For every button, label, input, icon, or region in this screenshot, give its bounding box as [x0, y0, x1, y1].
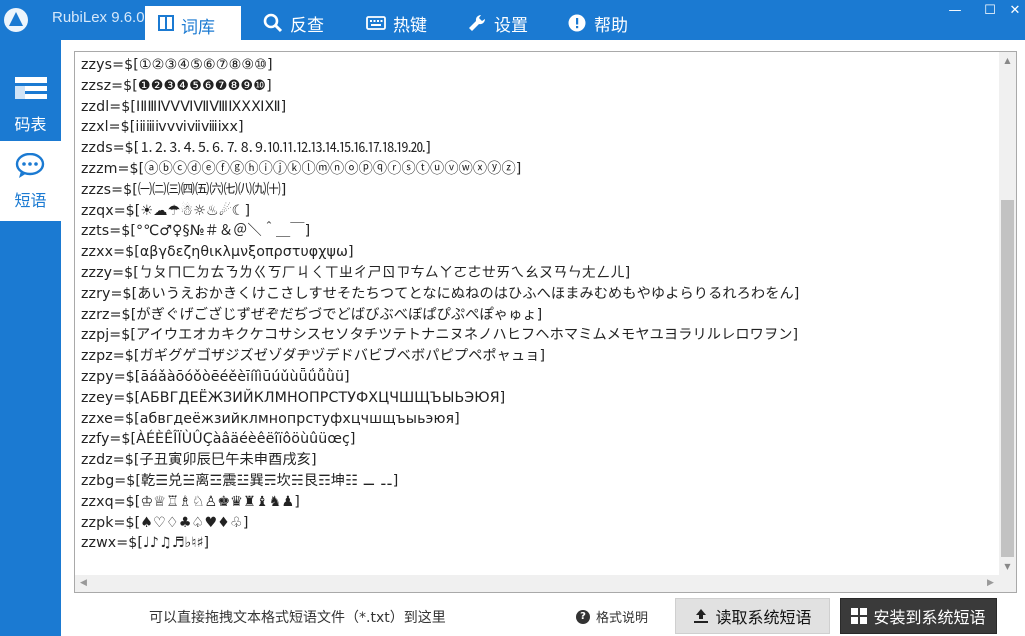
tab-reverse-lookup[interactable]: 反查: [263, 6, 324, 40]
phrase-line: zzxl=$[ⅰⅱⅲⅳⅴⅵⅶⅷⅸⅹ]: [81, 119, 244, 136]
vertical-scrollbar[interactable]: ▲ ▼: [999, 52, 1016, 575]
sidebar-item-phrases[interactable]: 短语: [0, 141, 61, 221]
scrollbar-corner: [999, 575, 1016, 592]
drop-hint-text: 可以直接拖拽文本格式短语文件（*.txt）到这里: [149, 610, 446, 626]
vertical-scroll-thumb[interactable]: [1001, 200, 1014, 557]
phrase-line: zzwx=$[♩♪♫♬♭♮♯]: [81, 535, 210, 552]
tab-hotkeys-label: 热键: [393, 15, 427, 36]
phrase-lines: zzys=$[①②③④⑤⑥⑦⑧⑨⑩] zzsz=$[❶❷❸❹❺❻❼❽❾❿] zzdl…: [81, 55, 996, 554]
tab-library[interactable]: 词库: [145, 6, 241, 40]
phrase-line: zzdl=$[ⅠⅡⅢⅣⅤⅥⅦⅧⅨⅩⅪⅫ]: [81, 98, 287, 115]
app-title: RubiLex 9.6.0: [52, 9, 145, 26]
read-system-phrases-button[interactable]: 读取系统短语: [675, 598, 830, 634]
install-system-phrases-label: 安装到系统短语: [873, 608, 986, 627]
phrase-line: zzys=$[①②③④⑤⑥⑦⑧⑨⑩]: [81, 57, 273, 73]
table-icon: [15, 77, 47, 99]
tab-library-label: 词库: [181, 18, 215, 38]
phrase-line: zzqx=$[☀☁☂☃☼♨☄☾]: [81, 202, 251, 219]
keyboard-icon: [366, 16, 386, 30]
question-icon: ?: [576, 609, 590, 624]
phrase-line: zzxe=$[абвгдеёжзийклмнопрстуфхцчшщъыьэюя…: [81, 410, 460, 427]
title-bar: RubiLex 9.6.0 词库 反查 热键 设置 帮助 — ☐ ✕: [0, 0, 1025, 40]
phrase-line: zzfy=$[ÀÉÈÊÎÏÙÛÇàâäéèêëîïôöùûüœç]: [81, 431, 356, 448]
scroll-right-icon[interactable]: ▶: [982, 575, 999, 592]
phrase-text-editor[interactable]: zzys=$[①②③④⑤⑥⑦⑧⑨⑩] zzsz=$[❶❷❸❹❺❻❼❽❾❿] zzdl…: [74, 51, 1017, 593]
install-system-phrases-button[interactable]: 安装到系统短语: [840, 598, 997, 634]
sidebar-item-code-table[interactable]: 码表: [0, 65, 61, 145]
phrase-line: zzds=$[⒈⒉⒊⒋⒌⒍⒎⒏⒐⒑⒒⒓⒔⒕⒖⒗⒘⒙⒚⒛]: [81, 140, 431, 157]
phrase-line: zzdz=$[子丑寅卯辰巳午未申酉戌亥]: [81, 452, 317, 469]
chat-bubble-icon: [15, 153, 45, 178]
tab-settings-label: 设置: [494, 15, 528, 36]
phrase-line: zzpy=$[āáǎàōóǒòēéěèīíǐìūúǔùǖǘǚǜü]: [81, 368, 350, 385]
upload-icon: [694, 609, 709, 623]
scroll-up-icon[interactable]: ▲: [999, 52, 1016, 69]
format-help-label: 格式说明: [596, 611, 649, 626]
maximize-button[interactable]: ☐: [983, 4, 997, 18]
app-window: RubiLex 9.6.0 词库 反查 热键 设置 帮助 — ☐ ✕ 码表 短语…: [0, 0, 1025, 636]
phrase-line: zzxq=$[♔♕♖♗♘♙♚♛♜♝♞♟]: [81, 493, 300, 510]
phrase-line: zzpk=$[♠♡♢♣♤♥♦♧]: [81, 514, 249, 531]
phrase-line: zzsz=$[❶❷❸❹❺❻❼❽❾❿]: [81, 77, 272, 94]
minimize-button[interactable]: —: [948, 4, 962, 18]
tab-hotkeys[interactable]: 热键: [366, 6, 427, 40]
tab-help-label: 帮助: [594, 15, 628, 36]
horizontal-scrollbar[interactable]: ◀ ▶: [75, 575, 999, 592]
tab-help[interactable]: 帮助: [567, 6, 628, 40]
sidebar-item-phrases-label: 短语: [14, 191, 47, 210]
wrench-icon: [469, 14, 486, 32]
phrase-line: zzpj=$[アイウエオカキクケコサシスセソタチツテトナニヌネノハヒフヘホマミム…: [81, 327, 799, 344]
read-system-phrases-label: 读取系统短语: [715, 608, 812, 627]
close-button[interactable]: ✕: [1008, 4, 1022, 18]
tab-settings[interactable]: 设置: [467, 6, 528, 40]
phrase-line: zzry=$[あいうえおかきくけこさしすせそたちつてとなにぬねのはひふへほまみむ…: [81, 285, 800, 302]
format-help-link[interactable]: ? 格式说明: [576, 607, 648, 626]
windows-icon: [851, 608, 868, 624]
phrase-line: zzey=$[АБВГДЕЁЖЗИЙКЛМНОПРСТУФХЦЧШЩЪЫЬЭЮЯ…: [81, 389, 506, 406]
phrase-line: zzpz=$[ガギグゲゴザジズゼゾダヂヅデドバビブベボパピプペポャュョ]: [81, 348, 546, 365]
book-icon: [158, 15, 174, 31]
app-logo-icon: [2, 2, 56, 42]
phrase-line: zzbg=$[乾☰兑☱离☲震☳巽☴坎☵艮☶坤☷ ⚊ ⚋]: [81, 472, 399, 489]
help-circle-icon: [568, 14, 586, 32]
phrase-line: zzts=$[°℃♂♀§№＃＆＠＼＾＿￣]: [81, 223, 311, 240]
phrase-line: zzrz=$[がぎぐげござじずぜぞだぢづでどばびぶべぼぱぴぷぺぽゃゅょ]: [81, 306, 543, 323]
tab-reverse-lookup-label: 反查: [290, 15, 324, 36]
sidebar-item-code-table-label: 码表: [14, 115, 47, 134]
phrase-line: zzxx=$[αβγδεζηθικλμνξοπρστυφχψω]: [81, 244, 354, 261]
phrase-line: zzzs=$[㈠㈡㈢㈣㈤㈥㈦㈧㈨㈩]: [81, 181, 287, 198]
scroll-down-icon[interactable]: ▼: [999, 558, 1016, 575]
phrase-line: zzzy=$[ㄅㄆㄇㄈㄉㄊㄋㄌㄍㄎㄏㄐㄑㄒㄓㄔㄕㄖㄗㄘㄙㄚㄛㄜㄝㄞㄟㄠㄡㄢㄣㄤㄥ…: [81, 264, 631, 281]
phrase-line: zzzm=$[ⓐⓑⓒⓓⓔⓕⓖⓗⓘⓙⓚⓛⓜⓝⓞⓟⓠⓡⓢⓣⓤⓥⓦⓧⓨⓩ]: [81, 160, 522, 177]
scroll-left-icon[interactable]: ◀: [75, 575, 92, 592]
search-icon: [263, 13, 283, 33]
